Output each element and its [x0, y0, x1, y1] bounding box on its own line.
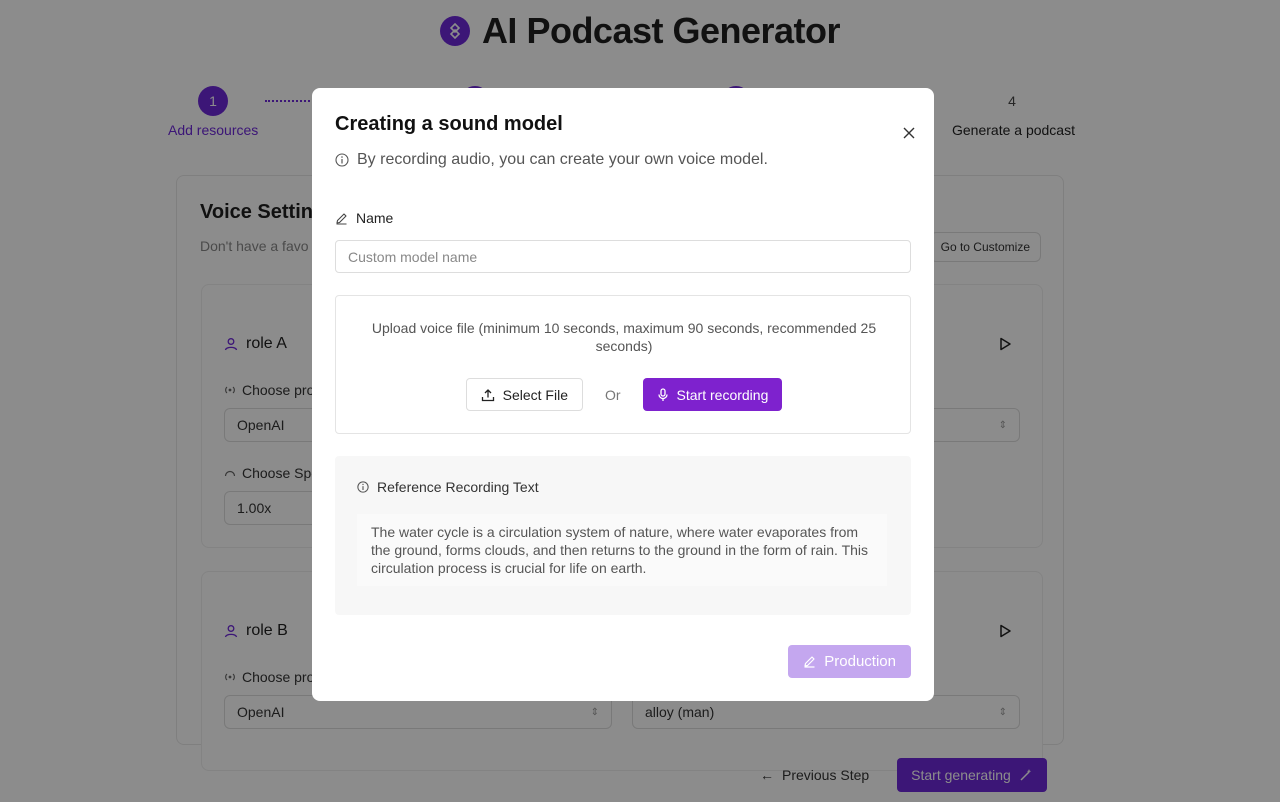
production-label: Production — [824, 653, 896, 670]
info-icon — [335, 153, 349, 167]
dialog-description: By recording audio, you can create your … — [335, 151, 768, 169]
dialog-description-text: By recording audio, you can create your … — [357, 151, 768, 168]
select-file-label: Select File — [502, 386, 568, 403]
upload-instructions: Upload voice file (minimum 10 seconds, m… — [371, 320, 877, 354]
upload-area: Upload voice file (minimum 10 seconds, m… — [335, 295, 911, 434]
reference-text: The water cycle is a circulation system … — [357, 514, 887, 586]
name-label: Name — [335, 210, 393, 226]
or-separator: Or — [604, 386, 621, 403]
microphone-icon — [657, 387, 668, 401]
pencil-icon — [336, 212, 347, 225]
dialog-title: Creating a sound model — [335, 113, 563, 135]
info-icon — [357, 481, 369, 493]
start-recording-label: Start recording — [676, 386, 769, 403]
select-file-button[interactable]: Select File — [465, 378, 583, 411]
reference-text-panel: Reference Recording Text The water cycle… — [335, 456, 911, 615]
upload-icon — [481, 388, 494, 401]
pencil-icon — [804, 656, 815, 668]
name-label-text: Name — [356, 210, 394, 226]
create-sound-model-dialog: Creating a sound model By recording audi… — [312, 88, 934, 701]
reference-title-text: Reference Recording Text — [377, 479, 539, 495]
close-icon[interactable] — [902, 126, 916, 140]
model-name-input[interactable] — [335, 240, 911, 273]
reference-title: Reference Recording Text — [357, 479, 539, 495]
start-recording-button[interactable]: Start recording — [642, 378, 783, 411]
production-button[interactable]: Production — [788, 645, 911, 678]
upload-actions: Select File Or Start recording — [336, 378, 912, 411]
